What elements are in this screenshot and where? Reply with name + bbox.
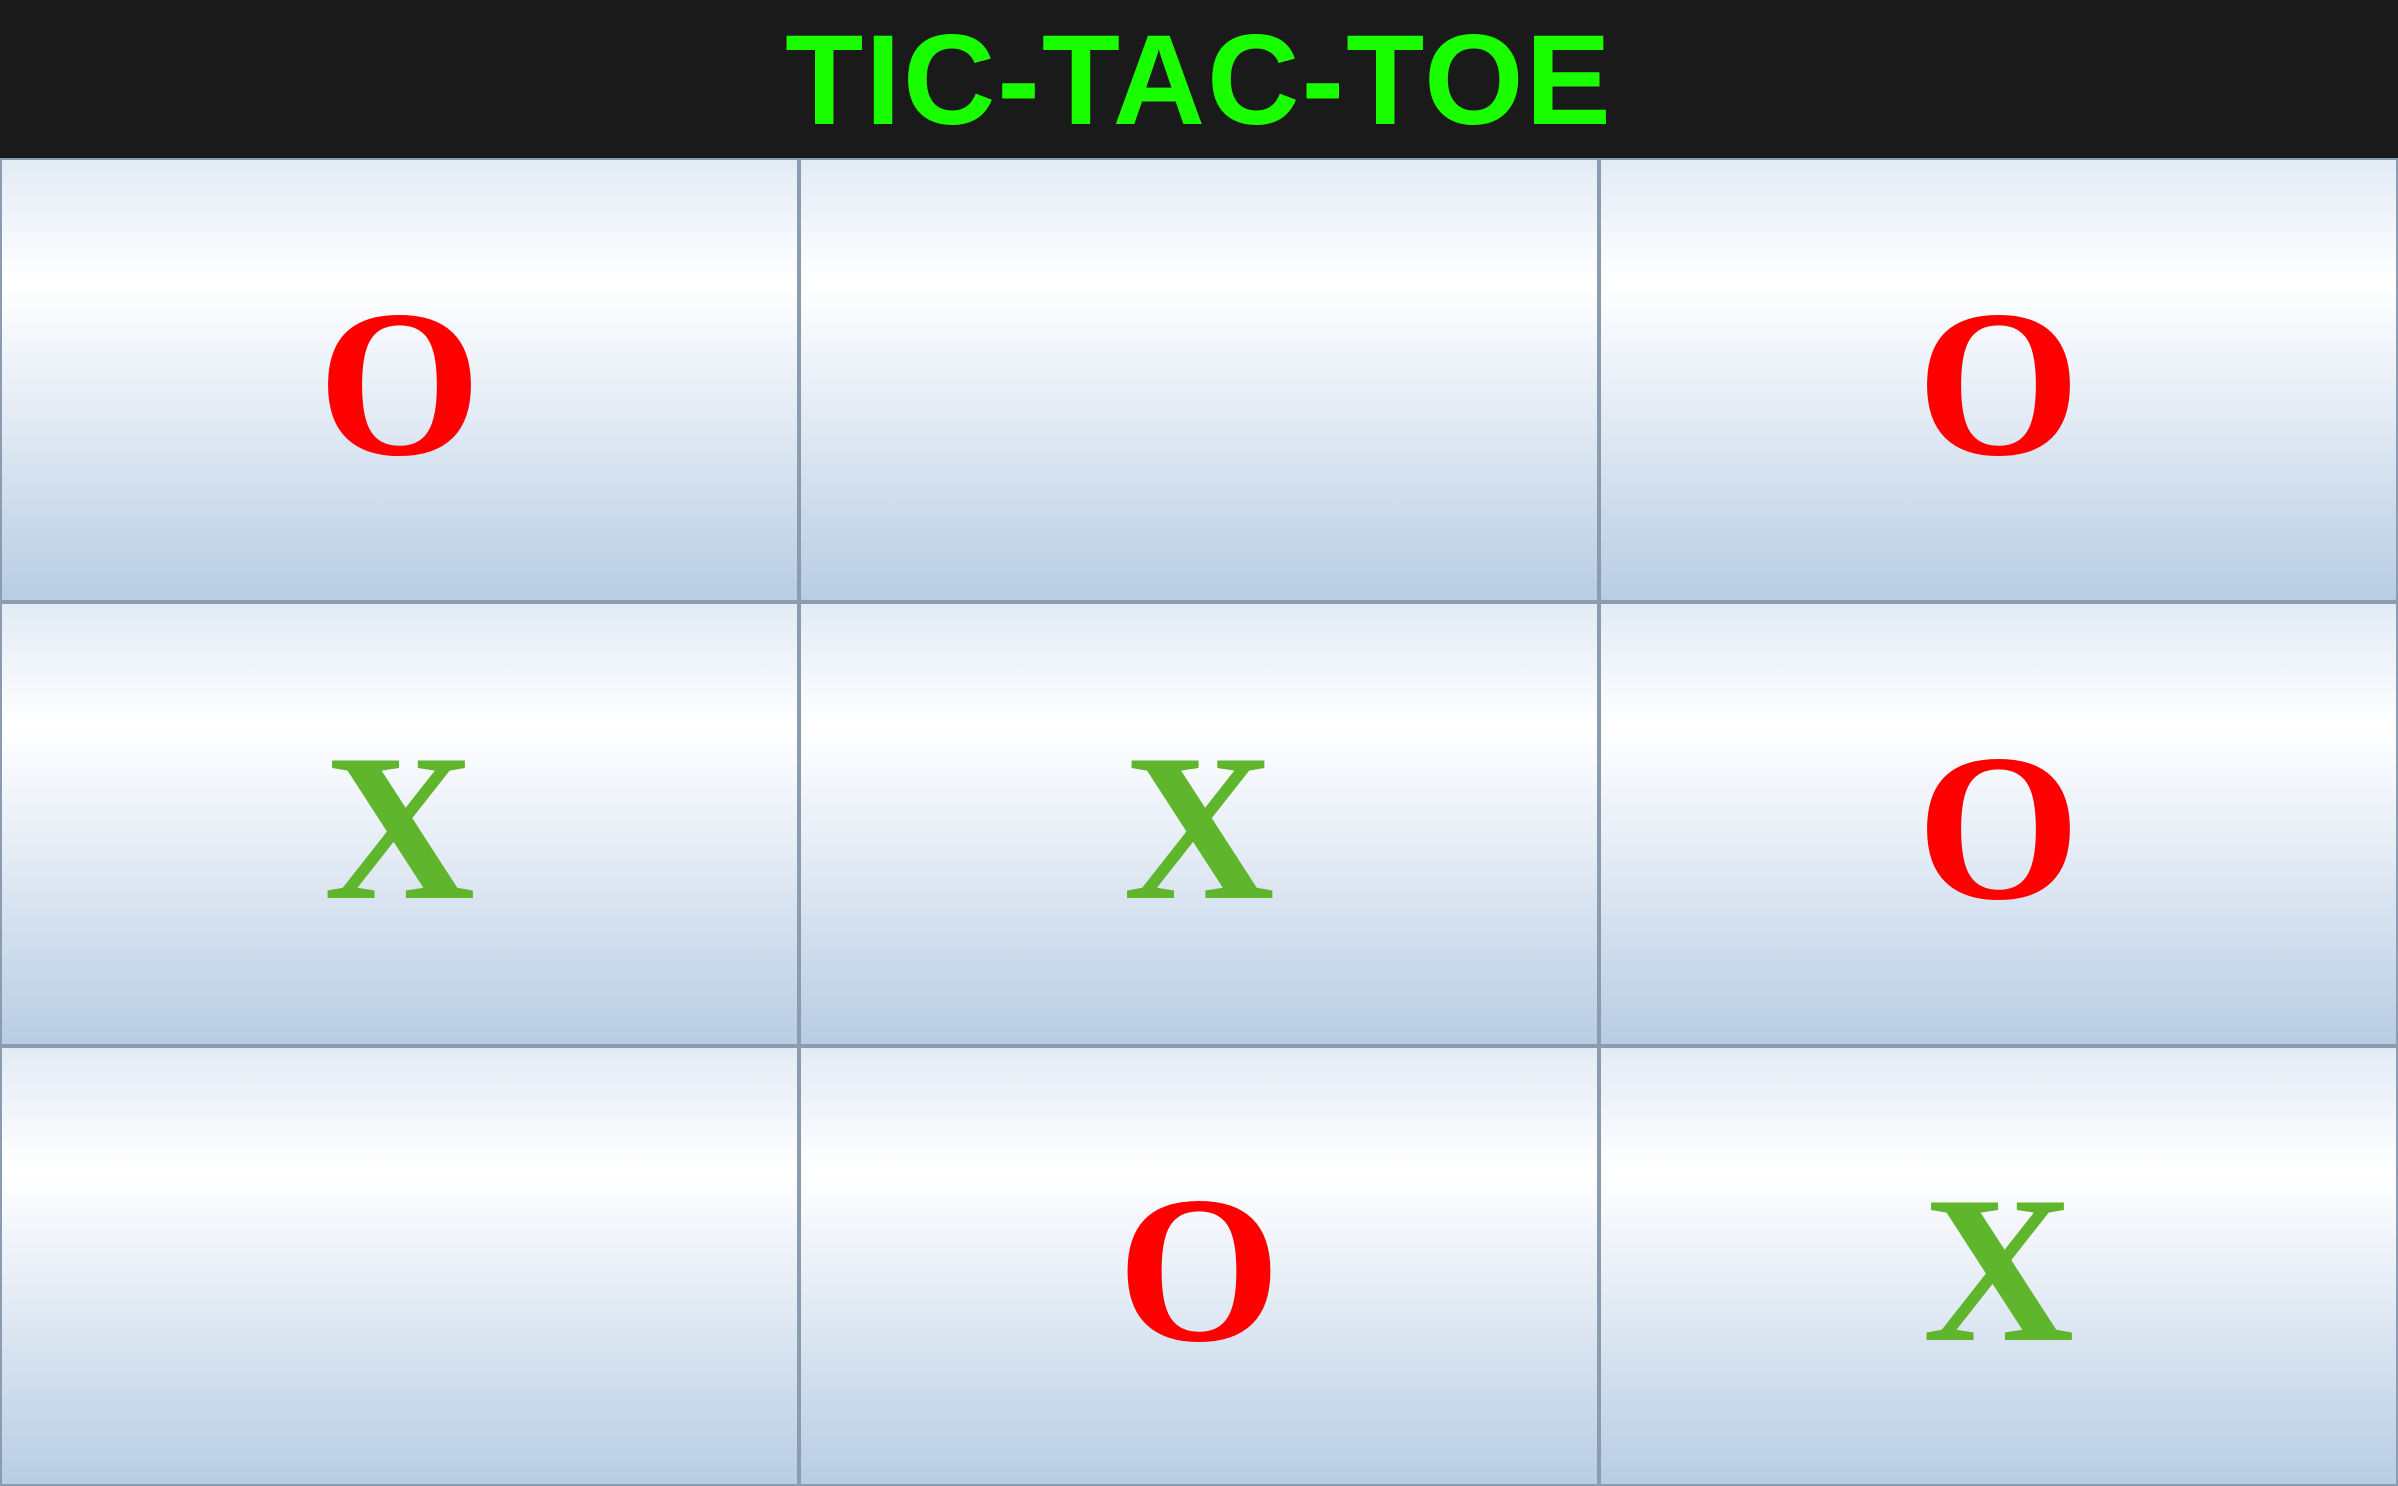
board-cell-r2c2[interactable]: X [799, 602, 1599, 1046]
cell-mark: O [317, 268, 482, 500]
board-cell-r1c2[interactable] [799, 158, 1599, 602]
cell-mark: X [323, 712, 476, 944]
header-bar: TIC-TAC-TOE [0, 0, 2398, 158]
cell-mark: O [1916, 712, 2081, 944]
cell-mark: X [1123, 712, 1275, 944]
board-cell-r3c3[interactable]: X [1599, 1046, 2398, 1486]
cell-mark: O [1916, 268, 2081, 500]
board-cell-r2c1[interactable]: X [0, 602, 799, 1046]
cell-mark: O [1117, 1154, 1281, 1386]
cell-mark: X [1922, 1154, 2075, 1386]
game-board: O O X X O O X [0, 158, 2398, 1486]
board-cell-r1c1[interactable]: O [0, 158, 799, 602]
board-cell-r2c3[interactable]: O [1599, 602, 2398, 1046]
board-cell-r3c1[interactable] [0, 1046, 799, 1486]
board-cell-r3c2[interactable]: O [799, 1046, 1599, 1486]
game-title: TIC-TAC-TOE [785, 9, 1613, 152]
board-cell-r1c3[interactable]: O [1599, 158, 2398, 602]
